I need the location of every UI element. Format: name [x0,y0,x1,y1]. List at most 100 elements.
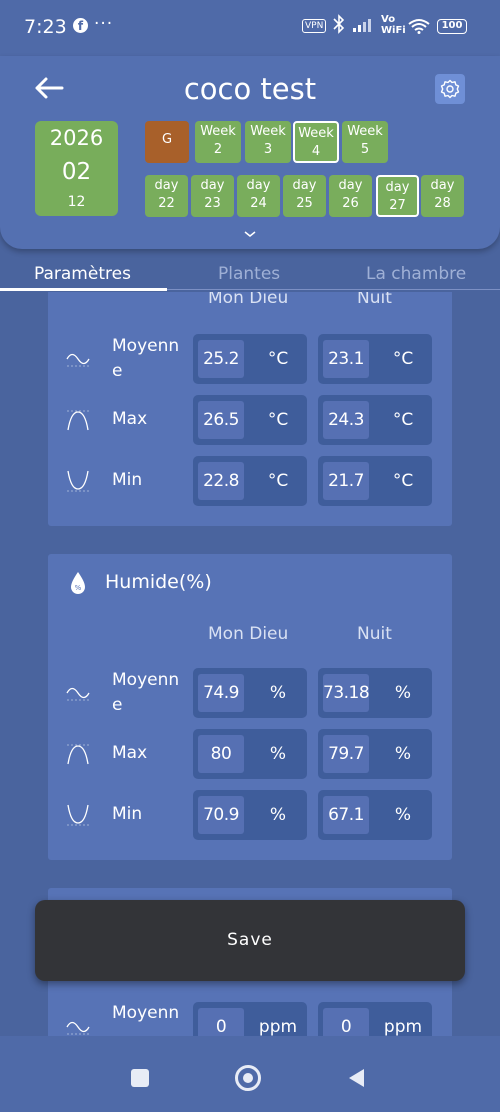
week-chip-label: Week [347,124,383,139]
night-value-input[interactable]: 23.1 [323,340,369,378]
tab-la-chambre[interactable]: La chambre [366,264,466,284]
unit-label: % [269,805,287,825]
row-label-line1: Min [112,804,143,824]
day-chip-label: day [338,178,363,193]
day-chip[interactable]: day 22 [145,175,188,217]
date-year: 2026 [49,126,104,150]
status-time: 7:23 [24,16,67,38]
co2-night-average-input[interactable]: 0 [323,1008,369,1036]
night-value-input[interactable]: 67.1 [323,796,369,834]
unit-label: % [269,683,287,703]
day-chip-number: 26 [342,196,359,211]
night-value-input[interactable]: 73.18 [323,674,370,712]
status-bar: 7:23 f ··· VPN Vo WiFi 100 [0,0,500,56]
unit-label: % [269,744,287,764]
back-arrow-icon[interactable] [34,76,64,100]
row-label-line1: Moyenn [112,670,180,690]
day-chip-label: day [246,178,271,193]
day-value-box[interactable]: 80% [193,729,307,779]
recents-icon[interactable] [131,1069,149,1087]
col-header-day: Mon Dieu [208,292,289,308]
facebook-icon: f [73,18,88,33]
tab-bar: Paramètres Plantes La chambre [0,252,500,292]
day-value-input[interactable]: 70.9 [198,796,244,834]
vowifi-icon: Vo WiFi [381,14,406,36]
vpn-icon: VPN [302,19,327,33]
row-label-max: Max [112,407,147,432]
day-value-input[interactable]: 80 [198,735,244,773]
min-curve-icon [67,470,89,492]
row-label-line1: Min [112,470,143,490]
row-label-line1: Max [112,743,148,763]
day-chip[interactable]: day 27 [376,175,419,217]
day-chip[interactable]: day 28 [421,175,464,217]
max-curve-icon [67,744,89,765]
home-icon[interactable] [235,1065,261,1091]
co2-day-average-input[interactable]: 0 [198,1008,244,1036]
week-chip[interactable]: Week 5 [342,121,388,163]
day-value-input[interactable]: 22.8 [198,462,244,500]
col-header-night: Nuit [357,624,392,644]
humidity-drop-icon: % [71,572,85,594]
unit-label: % [394,805,412,825]
current-date-box[interactable]: 2026 02 12 [35,121,118,216]
day-value-box[interactable]: 25.2 °C [193,334,307,384]
co2-day-average-box[interactable]: 0 ppm [193,1002,307,1036]
week-chip[interactable]: Week 2 [195,121,241,163]
day-value-box[interactable]: 26.5 °C [193,395,307,445]
day-chip-number: 28 [434,196,451,211]
day-chip[interactable]: day 23 [191,175,234,217]
night-value-box[interactable]: 24.3 °C [318,395,432,445]
system-back-icon[interactable] [346,1067,366,1089]
min-curve-icon [67,804,89,826]
day-value-input[interactable]: 74.9 [198,674,244,712]
row-label-line2: e [112,361,123,381]
tab-parametres[interactable]: Paramètres [34,264,131,284]
day-chip[interactable]: day 25 [283,175,326,217]
night-value-box[interactable]: 21.7 °C [318,456,432,506]
unit-label: °C [267,410,289,430]
tab-plantes[interactable]: Plantes [218,264,280,284]
date-day: 12 [67,194,86,210]
week-chip[interactable]: Week 3 [245,121,291,163]
day-value-box[interactable]: 74.9% [193,668,307,718]
night-value-box[interactable]: 79.7% [318,729,432,779]
week-chip-label: Week [298,126,334,141]
col-header-day: Mon Dieu [208,624,289,644]
day-value-input[interactable]: 25.2 [198,340,244,378]
row-label-min: Min [112,468,142,493]
save-button[interactable]: Save [35,900,465,981]
settings-button[interactable] [435,74,465,104]
expand-chevron-icon[interactable] [243,230,257,238]
day-chip[interactable]: day 26 [329,175,372,217]
week-chip-number: 4 [311,144,321,159]
day-chip-number: 22 [158,196,175,211]
day-value-box[interactable]: 70.9% [193,790,307,840]
col-header-night: Nuit [357,292,392,308]
day-value-input[interactable]: 26.5 [198,401,244,439]
day-value-box[interactable]: 22.8 °C [193,456,307,506]
bluetooth-icon [333,14,345,38]
row-label-line1: Max [112,409,148,429]
unit-label: % [394,683,412,703]
stage-chip[interactable]: G [145,121,189,163]
system-nav-bar [0,1036,500,1112]
day-chip-number: 23 [204,196,221,211]
signal-icon [353,19,371,32]
gear-icon [440,79,460,99]
day-chip-number: 27 [389,198,406,213]
co2-night-average-box[interactable]: 0 ppm [318,1002,432,1036]
night-value-box[interactable]: 73.18% [318,668,432,718]
night-value-input[interactable]: 79.7 [323,735,369,773]
row-label-min: Min [112,802,142,827]
day-chip[interactable]: day 24 [237,175,280,217]
unit-label: % [394,744,412,764]
night-value-box[interactable]: 67.1% [318,790,432,840]
night-value-input[interactable]: 24.3 [323,401,369,439]
night-value-input[interactable]: 21.7 [323,462,369,500]
average-wave-icon [66,353,90,367]
temperature-card: Mon Dieu Nuit Moyenn e 25.2 °C 23.1 °C Max 26.5… [48,292,452,526]
night-value-box[interactable]: 23.1 °C [318,334,432,384]
average-wave-icon [66,1021,90,1035]
week-chip[interactable]: Week 4 [293,121,339,163]
